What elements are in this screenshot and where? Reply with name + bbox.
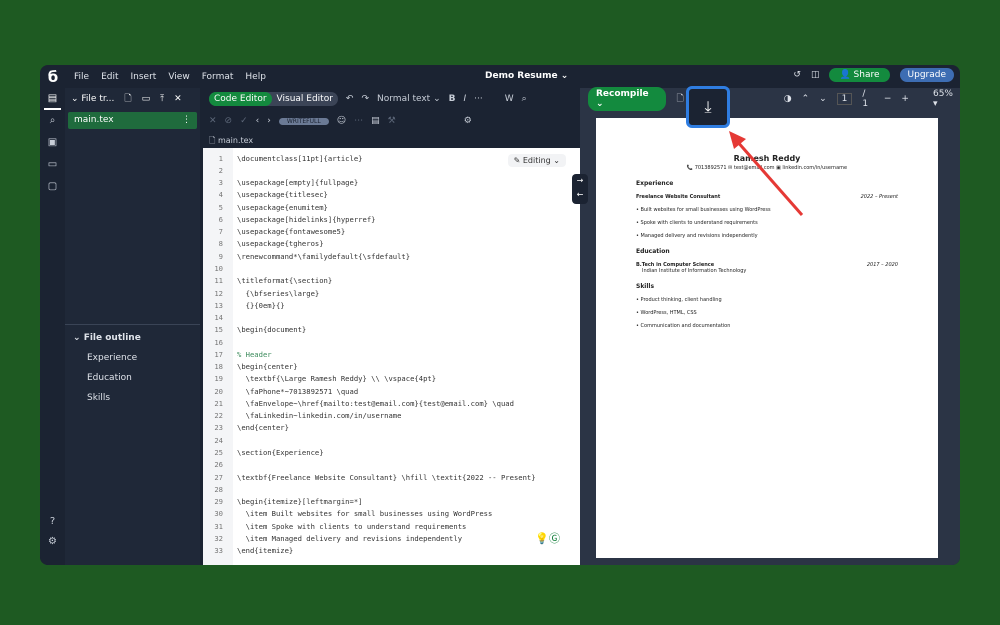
- annotation-arrow: [729, 131, 804, 216]
- arrow-shaft: [734, 139, 804, 216]
